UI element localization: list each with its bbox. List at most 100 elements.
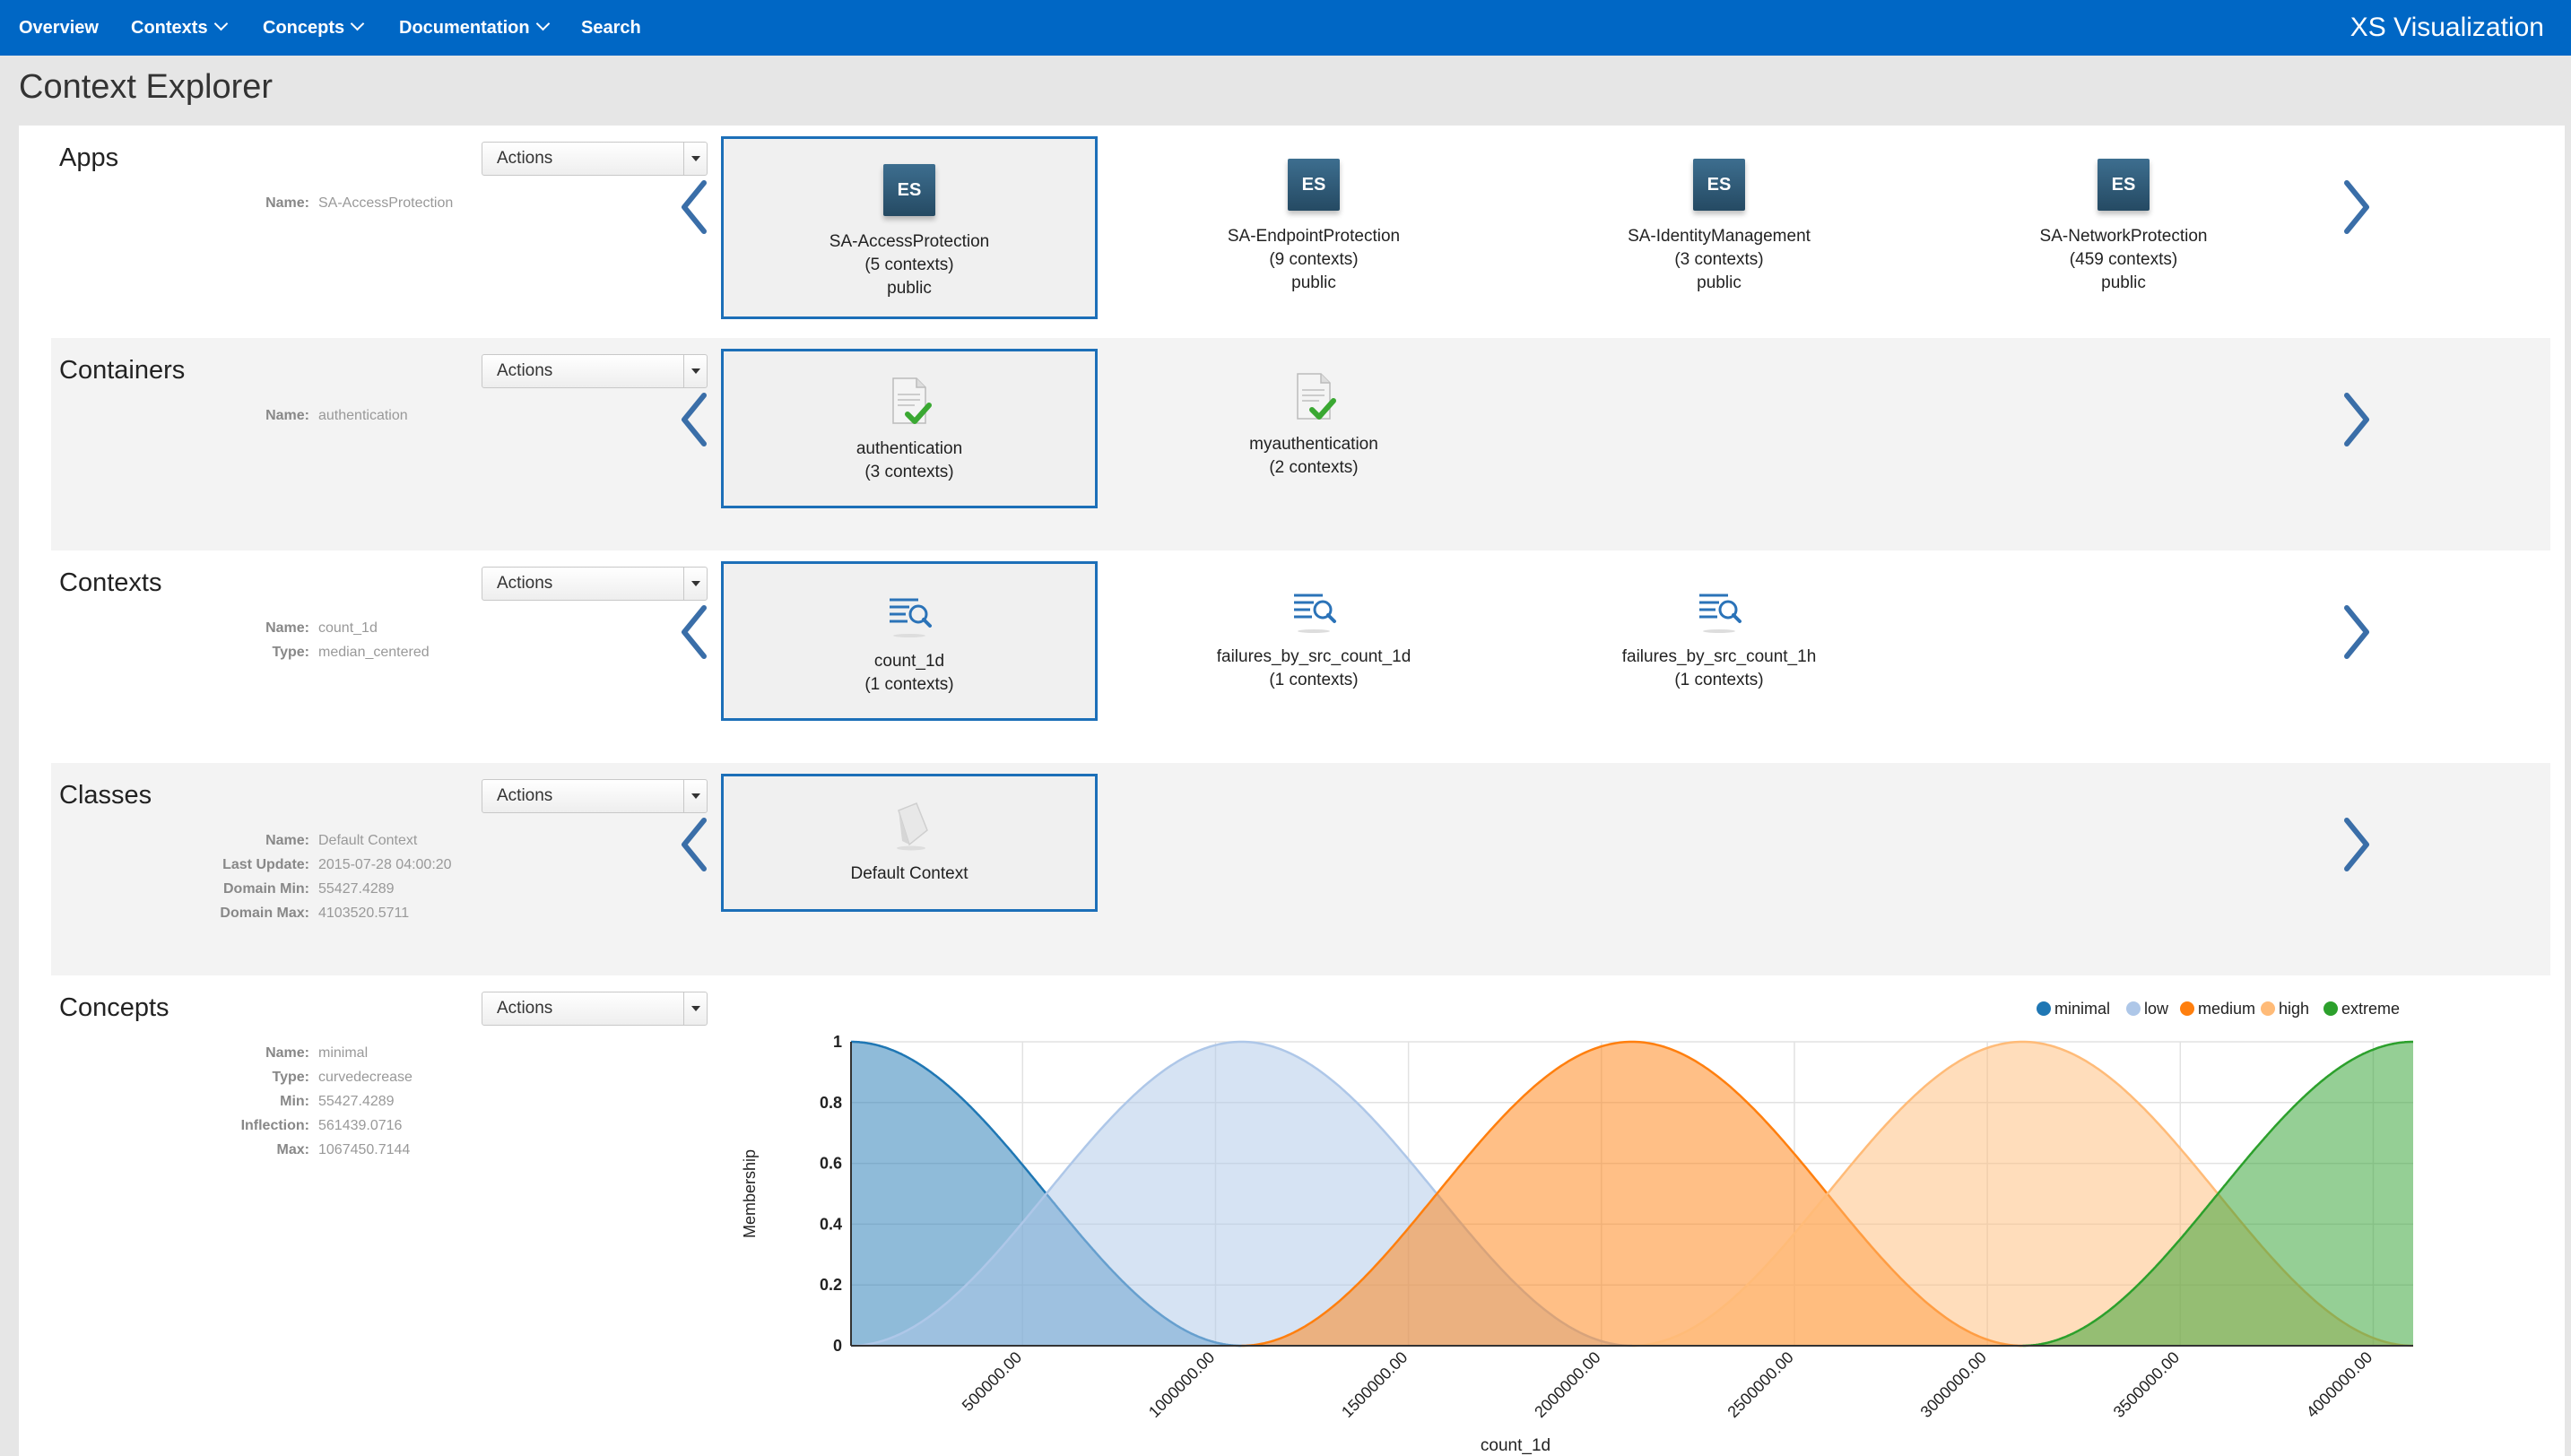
context-card[interactable]: failures_by_src_count_1h (1 contexts)	[1531, 583, 1907, 692]
legend-dot-minimal	[2037, 1001, 2051, 1016]
classes-actions-dropdown[interactable]: Actions	[482, 779, 708, 813]
apps-next-button[interactable]	[2338, 176, 2374, 238]
meta-key: Name:	[265, 833, 309, 848]
x-tick-label: 3500000.00	[2110, 1348, 2183, 1421]
legend-label-high: high	[2279, 1000, 2309, 1018]
card-visibility: public	[1697, 273, 1742, 292]
nav-overview[interactable]: Overview	[19, 0, 99, 56]
app-card[interactable]: ES SA-EndpointProtection (9 contexts) pu…	[1125, 159, 1502, 295]
meta-key: Domain Min:	[223, 881, 309, 897]
app-card[interactable]: ES SA-IdentityManagement (3 contexts) pu…	[1531, 159, 1907, 295]
meta-value: 55427.4289	[318, 1094, 395, 1109]
classes-meta: Name: Default Context Last Update: 2015-07…	[51, 833, 499, 930]
concepts-row: Concepts Actions Name: minimal Type: curve…	[51, 975, 2550, 1456]
nav-search[interactable]: Search	[581, 0, 641, 56]
card-count: (459 contexts)	[2069, 250, 2178, 269]
chevron-down-icon	[213, 16, 228, 31]
es-app-icon: ES	[2098, 159, 2150, 211]
document-check-icon	[892, 377, 932, 424]
nav-overview-label: Overview	[19, 18, 99, 38]
meta-row: Type: median_centered	[51, 645, 499, 669]
app-card[interactable]: ES SA-AccessProtection (5 contexts) publ…	[721, 136, 1098, 319]
meta-value: 4103520.5711	[318, 906, 410, 921]
card-count: (5 contexts)	[864, 256, 954, 274]
meta-key: Domain Max:	[220, 906, 309, 921]
meta-row: Name: Default Context	[51, 833, 499, 857]
nav-documentation-label: Documentation	[399, 18, 530, 38]
meta-value: 2015-07-28 04:00:20	[318, 857, 452, 872]
meta-key: Name:	[265, 1045, 309, 1061]
contexts-title: Contexts	[59, 568, 162, 597]
meta-key: Name:	[265, 195, 309, 211]
legend-label-low: low	[2144, 1000, 2169, 1018]
containers-actions-dropdown[interactable]: Actions	[482, 354, 708, 388]
meta-row: Last Update: 2015-07-28 04:00:20	[51, 857, 499, 881]
document-check-icon	[1297, 373, 1336, 420]
chevron-right-icon	[2344, 180, 2369, 234]
classes-prev-button[interactable]	[677, 813, 713, 876]
card-name: SA-EndpointProtection	[1227, 227, 1401, 246]
meta-key: Type:	[272, 1070, 309, 1085]
dropdown-arrow-icon	[683, 992, 707, 1025]
apps-title: Apps	[59, 143, 119, 172]
meta-value: minimal	[318, 1045, 369, 1061]
dropdown-arrow-icon	[683, 780, 707, 812]
concepts-actions-dropdown[interactable]: Actions	[482, 992, 708, 1026]
container-card[interactable]: myauthentication (2 contexts)	[1125, 370, 1502, 480]
x-tick-label: 2500000.00	[1724, 1348, 1796, 1421]
context-card[interactable]: failures_by_src_count_1d (1 contexts)	[1125, 583, 1502, 692]
card-name: authentication	[856, 439, 963, 458]
list-search-icon	[890, 598, 932, 637]
nav-documentation[interactable]: Documentation	[399, 0, 550, 56]
nav-concepts[interactable]: Concepts	[263, 0, 365, 56]
actions-label: Actions	[497, 361, 553, 380]
classes-title: Classes	[59, 781, 152, 810]
meta-key: Last Update:	[222, 857, 309, 872]
meta-value: 1067450.7144	[318, 1142, 411, 1157]
card-name: count_1d	[873, 652, 945, 671]
containers-next-button[interactable]	[2338, 388, 2374, 451]
meta-value: Default Context	[318, 833, 418, 848]
contexts-prev-button[interactable]	[677, 601, 713, 663]
chevron-right-icon	[2344, 605, 2369, 659]
classes-next-button[interactable]	[2338, 813, 2374, 876]
contexts-next-button[interactable]	[2338, 601, 2374, 663]
context-card[interactable]: count_1d (1 contexts)	[721, 561, 1098, 721]
containers-meta: Name: authentication	[51, 408, 499, 432]
class-card[interactable]: Default Context	[721, 774, 1098, 912]
concepts-title: Concepts	[59, 993, 169, 1022]
card-name: SA-NetworkProtection	[2039, 227, 2208, 246]
meta-key: Type:	[272, 645, 309, 660]
y-tick-label: 0.2	[820, 1276, 842, 1294]
es-app-icon: ES	[1693, 159, 1745, 211]
legend-dot-medium	[2180, 1001, 2194, 1016]
y-axis-label: Membership	[741, 1149, 759, 1238]
chevron-left-icon	[682, 180, 707, 234]
containers-row: Containers Actions Name: authentication a…	[51, 338, 2550, 550]
contexts-meta: Name: count_1d Type: median_centered	[51, 620, 499, 669]
card-name: SA-AccessProtection	[829, 232, 990, 251]
x-tick-label: 1500000.00	[1338, 1348, 1411, 1421]
meta-value: 55427.4289	[318, 881, 395, 897]
apps-actions-dropdown[interactable]: Actions	[482, 142, 708, 176]
actions-label: Actions	[497, 786, 553, 805]
meta-key: Inflection:	[240, 1118, 309, 1133]
container-card[interactable]: authentication (3 contexts)	[721, 349, 1098, 508]
meta-value: median_centered	[318, 645, 430, 660]
legend-label-minimal: minimal	[2054, 1000, 2110, 1018]
top-nav-bar: Overview Contexts Concepts Documentation…	[0, 0, 2571, 56]
x-tick-label: 2000000.00	[1531, 1348, 1603, 1421]
nav-contexts[interactable]: Contexts	[131, 0, 228, 56]
card-count: (9 contexts)	[1269, 250, 1359, 269]
chart-areas	[851, 1040, 2413, 1348]
chart-legend[interactable]: minimal low medium high extreme	[2037, 1000, 2400, 1018]
meta-key: Max:	[276, 1142, 309, 1157]
meta-value: curvedecrease	[318, 1070, 413, 1085]
contexts-actions-dropdown[interactable]: Actions	[482, 567, 708, 601]
containers-prev-button[interactable]	[677, 388, 713, 451]
app-card[interactable]: ES SA-NetworkProtection (459 contexts) p…	[1935, 159, 2312, 295]
nav-contexts-label: Contexts	[131, 18, 208, 38]
apps-prev-button[interactable]	[677, 176, 713, 238]
meta-row: Inflection: 561439.0716	[51, 1118, 499, 1142]
meta-value: authentication	[318, 408, 408, 423]
